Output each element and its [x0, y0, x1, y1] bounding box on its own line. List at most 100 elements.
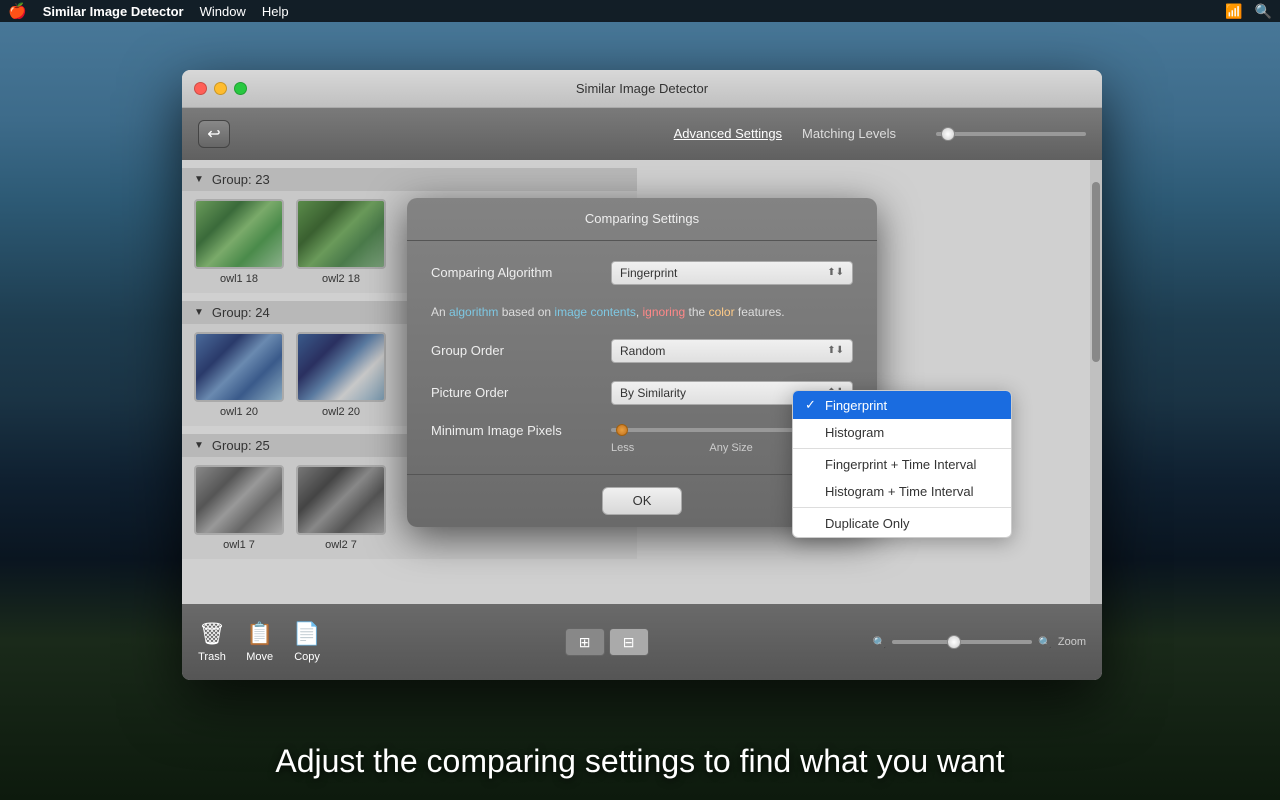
toolbar: ↩ Advanced Settings Matching Levels	[182, 108, 1102, 160]
wifi-icon: 📶	[1225, 3, 1242, 20]
group-order-value: Random	[620, 344, 665, 358]
image-thumb-owl1-18[interactable]	[194, 199, 284, 269]
menubar-window[interactable]: Window	[200, 4, 246, 19]
app-window: Similar Image Detector ↩ Advanced Settin…	[182, 70, 1102, 680]
group-23-label: Group: 23	[212, 172, 270, 187]
group-23-triangle: ▼	[194, 174, 204, 185]
dropdown-item-histogram[interactable]: Histogram	[793, 419, 1011, 446]
scrollbar[interactable]	[1090, 160, 1102, 604]
dropdown-label-fingerprint: Fingerprint	[825, 398, 887, 413]
image-label-owl1-18: owl1 18	[220, 273, 258, 285]
tab-advanced-settings[interactable]: Advanced Settings	[674, 126, 782, 143]
back-button[interactable]: ↩	[198, 120, 230, 148]
algorithm-dropdown: ✓ Fingerprint Histogram Fingerprint + Ti…	[792, 390, 1012, 538]
trash-label: Trash	[198, 651, 226, 663]
copy-label: Copy	[294, 651, 320, 663]
zoom-label: Zoom	[1058, 636, 1086, 648]
image-thumb-owl1-20[interactable]	[194, 332, 284, 402]
trash-action[interactable]: 🗑 Trash	[198, 621, 226, 663]
toolbar-slider-thumb	[941, 127, 955, 141]
image-thumb-owl1-7[interactable]	[194, 465, 284, 535]
algorithm-label: Comparing Algorithm	[431, 265, 611, 280]
window-controls	[194, 82, 247, 95]
apple-menu[interactable]: 🍎	[8, 2, 27, 20]
min-pixels-row: Minimum Image Pixels	[431, 423, 853, 438]
group-order-label: Group Order	[431, 343, 611, 358]
algo-highlight-image: image	[554, 305, 587, 319]
dropdown-item-fingerprint-time[interactable]: Fingerprint + Time Interval	[793, 451, 1011, 478]
dropdown-item-fingerprint[interactable]: ✓ Fingerprint	[793, 391, 1011, 419]
group-24-label: Group: 24	[212, 305, 270, 320]
algo-highlight-color: color	[709, 305, 735, 319]
zoom-max-icon: 🔍	[1038, 636, 1052, 649]
dropdown-item-histogram-time[interactable]: Histogram + Time Interval	[793, 478, 1011, 505]
zoom-slider[interactable]	[892, 640, 1032, 644]
spotlight-icon[interactable]: 🔍	[1255, 3, 1272, 20]
algo-highlight-ignoring: ignoring	[643, 305, 686, 319]
scrollbar-thumb[interactable]	[1092, 182, 1100, 362]
ok-button[interactable]: OK	[602, 487, 682, 515]
image-item: owl1 18	[194, 199, 284, 285]
maximize-button[interactable]	[234, 82, 247, 95]
dropdown-item-duplicate[interactable]: Duplicate Only	[793, 510, 1011, 537]
algorithm-row: Comparing Algorithm Fingerprint ⬆⬇	[431, 261, 853, 285]
move-action[interactable]: 📋 Move	[246, 621, 273, 663]
move-icon: 📋	[246, 621, 273, 647]
algorithm-select-arrow: ⬆⬇	[827, 267, 844, 278]
image-label-owl1-20: owl1 20	[220, 406, 258, 418]
image-thumb-owl2-7[interactable]	[296, 465, 386, 535]
min-pixels-label: Minimum Image Pixels	[431, 423, 611, 438]
dropdown-label-duplicate: Duplicate Only	[825, 516, 910, 531]
algorithm-select[interactable]: Fingerprint ⬆⬇	[611, 261, 853, 285]
menubar: 🍎 Similar Image Detector Window Help 📶 🔍	[0, 0, 1280, 22]
copy-icon: 📄	[293, 621, 320, 647]
menubar-help[interactable]: Help	[262, 4, 289, 19]
zoom-slider-thumb	[947, 635, 961, 649]
dropdown-label-histogram-time: Histogram + Time Interval	[825, 484, 973, 499]
image-item: owl2 20	[296, 332, 386, 418]
slider-thumb	[616, 424, 628, 436]
group-25-label: Group: 25	[212, 438, 270, 453]
toolbar-slider[interactable]	[936, 132, 1086, 136]
algo-highlight-algorithm: algorithm	[449, 305, 498, 319]
copy-action[interactable]: 📄 Copy	[293, 621, 320, 663]
image-label-owl2-7: owl2 7	[325, 539, 357, 551]
algo-highlight-contents: contents	[590, 305, 635, 319]
group-24-triangle: ▼	[194, 307, 204, 318]
toolbar-tabs: Advanced Settings Matching Levels	[674, 126, 896, 143]
view-switcher: ⊞ ⊟	[565, 628, 649, 656]
picture-order-label: Picture Order	[431, 385, 611, 400]
menubar-app-name[interactable]: Similar Image Detector	[43, 4, 184, 19]
picture-order-row: Picture Order By Similarity ⬆⬇	[431, 381, 853, 405]
group-order-select[interactable]: Random ⬆⬇	[611, 339, 853, 363]
image-item: owl2 18	[296, 199, 386, 285]
tab-matching-levels[interactable]: Matching Levels	[802, 126, 896, 143]
slider-label-less: Less	[611, 442, 634, 454]
group-order-row: Group Order Random ⬆⬇	[431, 339, 853, 363]
move-label: Move	[246, 651, 273, 663]
image-thumb-owl2-20[interactable]	[296, 332, 386, 402]
dropdown-label-histogram: Histogram	[825, 425, 884, 440]
check-icon: ✓	[805, 397, 819, 413]
algorithm-description: An algorithm based on image contents, ig…	[431, 303, 853, 321]
trash-icon: 🗑	[198, 621, 226, 647]
minimize-button[interactable]	[214, 82, 227, 95]
split-view-button[interactable]: ⊟	[609, 628, 649, 656]
zoom-area: 🔍 🔍 Zoom	[872, 636, 1086, 649]
close-button[interactable]	[194, 82, 207, 95]
window-title: Similar Image Detector	[576, 81, 708, 96]
picture-order-value: By Similarity	[620, 386, 686, 400]
dialog-header: Comparing Settings	[407, 198, 877, 241]
caption-text: Adjust the comparing settings to find wh…	[0, 743, 1280, 780]
algorithm-select-value: Fingerprint	[620, 266, 677, 280]
dropdown-divider-1	[793, 448, 1011, 449]
image-item: owl2 7	[296, 465, 386, 551]
image-item: owl1 7	[194, 465, 284, 551]
group-25-triangle: ▼	[194, 440, 204, 451]
grid-view-button[interactable]: ⊞	[565, 628, 605, 656]
dropdown-label-fingerprint-time: Fingerprint + Time Interval	[825, 457, 976, 472]
image-thumb-owl2-18[interactable]	[296, 199, 386, 269]
image-label-owl1-7: owl1 7	[223, 539, 255, 551]
group-23-header[interactable]: ▼ Group: 23	[182, 168, 637, 191]
group-order-arrow: ⬆⬇	[827, 345, 844, 356]
